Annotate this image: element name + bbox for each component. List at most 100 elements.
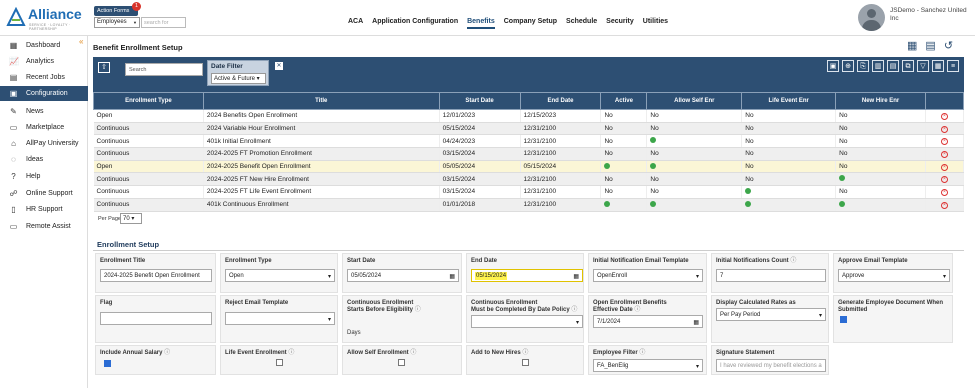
columns-icon[interactable]: ▦ <box>932 60 944 72</box>
continuous-must-select[interactable]: ▾ <box>471 315 583 328</box>
employee-type-select[interactable]: Employees ▼ <box>94 17 140 28</box>
sidebar-item-remote-assist[interactable]: ▭ Remote Assist <box>0 219 88 234</box>
settings-icon[interactable]: ≡ <box>947 60 959 72</box>
table-row[interactable]: Continuous 2024-2025 FT Promotion Enrollm… <box>93 147 965 161</box>
info-icon[interactable]: ⓘ <box>639 350 645 356</box>
continuous-starts-input[interactable] <box>347 316 459 329</box>
nav-schedule[interactable]: Schedule <box>566 18 597 29</box>
life-event-checkbox[interactable] <box>276 359 283 366</box>
avatar[interactable] <box>858 4 885 31</box>
brand-name: Alliance <box>28 6 82 22</box>
date-filter-select[interactable]: Active & Future ▾ <box>211 73 266 84</box>
calendar-icon[interactable]: ▦ <box>693 319 699 326</box>
employee-filter-select[interactable]: FA_BenElig ▾ <box>593 359 703 372</box>
table-row[interactable]: Open 2024-2025 Benefit Open Enrollment 05/… <box>93 160 965 174</box>
nav-utilities[interactable]: Utilities <box>643 18 668 29</box>
new-hires-checkbox[interactable] <box>522 359 529 366</box>
table-row[interactable]: Continuous 401k Initial Enrollment 04/24/2… <box>93 134 965 149</box>
signature-input[interactable]: I have reviewed my benefit elections a <box>716 359 826 372</box>
sidebar-item-marketplace[interactable]: ▭ Marketplace <box>0 120 88 135</box>
calendar-icon[interactable]: ▦ <box>449 273 455 280</box>
column-header-end[interactable]: End Date <box>519 92 602 110</box>
info-icon[interactable]: ⓘ <box>634 307 640 313</box>
per-page-select[interactable]: 70 ▾ <box>120 213 142 224</box>
search-for-input[interactable]: search for <box>141 17 186 28</box>
column-header-active[interactable]: Active <box>600 92 648 110</box>
info-icon[interactable]: ⓘ <box>571 307 577 313</box>
page-title: Benefit Enrollment Setup <box>93 43 183 52</box>
info-icon[interactable]: ⓘ <box>522 350 528 356</box>
sidebar-item-hr-support[interactable]: ▯ HR Support <box>0 202 88 217</box>
history-icon[interactable]: ↺ <box>944 39 953 52</box>
save-icon[interactable]: ▣ <box>827 60 839 72</box>
column-header-self[interactable]: Allow Self Enr <box>646 92 743 110</box>
document-icon[interactable]: ▤ <box>925 39 935 52</box>
delete-row-icon[interactable]: × <box>940 138 948 146</box>
open-effective-input[interactable]: 7/1/2024 ▦ <box>593 315 703 328</box>
user-name[interactable]: JSDemo - Sanchez United Inc <box>890 7 970 23</box>
start-date-input[interactable]: 05/05/2024 ▦ <box>347 269 459 282</box>
enrollment-type-select[interactable]: Open ▾ <box>225 269 335 282</box>
sidebar-item-analytics[interactable]: 📈 Analytics <box>0 54 88 69</box>
add-icon[interactable]: ⊕ <box>842 60 854 72</box>
info-icon[interactable]: ⓘ <box>164 350 170 356</box>
sidebar-item-help[interactable]: ? Help <box>0 169 88 184</box>
table-row[interactable]: Continuous 401k Continuous Enrollment 01/0… <box>93 198 965 212</box>
column-header-type[interactable]: Enrollment Type <box>93 92 204 110</box>
column-header-start[interactable]: Start Date <box>438 92 521 110</box>
grid-view-icon[interactable]: ▦ <box>907 39 917 52</box>
upload-icon[interactable]: ⇧ <box>98 62 110 73</box>
allow-self-checkbox[interactable] <box>398 359 405 366</box>
calendar-icon[interactable]: ▦ <box>573 273 579 280</box>
delete-row-icon[interactable]: × <box>940 201 948 209</box>
collapse-sidebar-icon[interactable]: « <box>79 37 83 46</box>
sidebar-item-ideas[interactable]: ◌ Ideas <box>0 152 88 167</box>
nav-security[interactable]: Security <box>606 18 634 29</box>
column-header-life[interactable]: Life Event Enr <box>741 92 837 110</box>
column-header-newhire[interactable]: New Hire Enr <box>835 92 926 110</box>
table-row[interactable]: Continuous 2024 Variable Hour Enrollment 0… <box>93 122 965 136</box>
copy-icon[interactable]: ⎘ <box>857 60 869 72</box>
grid-search-input[interactable]: Search <box>125 63 203 76</box>
initial-count-input[interactable]: 7 <box>716 269 826 282</box>
column-header-title[interactable]: Title <box>202 92 440 110</box>
sidebar-item-news[interactable]: ✎ News <box>0 104 88 119</box>
sidebar-item-online-support[interactable]: ☍ Online Support <box>0 186 88 201</box>
info-icon[interactable]: ⓘ <box>288 350 294 356</box>
generate-document-checkbox[interactable] <box>840 316 847 323</box>
delete-row-icon[interactable]: × <box>940 176 948 184</box>
nav-application-configuration[interactable]: Application Configuration <box>372 18 458 29</box>
delete-row-icon[interactable]: × <box>940 188 948 196</box>
flag-input[interactable] <box>100 312 212 325</box>
info-icon[interactable]: ⓘ <box>415 307 421 313</box>
sidebar-item-allpay-university[interactable]: ⌂ AllPay University <box>0 136 88 151</box>
info-icon[interactable]: ⓘ <box>790 258 796 264</box>
delete-icon[interactable]: ▥ <box>872 60 884 72</box>
table-row[interactable]: Continuous 2024-2025 FT New Hire Enrollme… <box>93 172 965 187</box>
delete-row-icon[interactable]: × <box>940 112 948 120</box>
end-date-input[interactable]: 05/15/2024 ▦ <box>471 269 583 282</box>
display-rates-select[interactable]: Per Pay Period ▾ <box>716 308 826 321</box>
enrollment-title-input[interactable]: 2024-2025 Benefit Open Enrollment <box>100 269 212 282</box>
delete-row-icon[interactable]: × <box>940 163 948 171</box>
nav-benefits[interactable]: Benefits <box>467 18 495 29</box>
annual-salary-checkbox[interactable] <box>104 360 111 367</box>
alliance-logo[interactable]: Alliance SERVICE · LOYALTY · PARTNERSHIP <box>6 5 86 31</box>
reject-template-select[interactable]: ▾ <box>225 312 335 325</box>
paste-icon[interactable]: ▤ <box>887 60 899 72</box>
nav-company-setup[interactable]: Company Setup <box>504 18 557 29</box>
delete-row-icon[interactable]: × <box>940 150 948 158</box>
table-row[interactable]: Continuous 2024-2025 FT Life Event Enroll… <box>93 185 965 199</box>
nav-aca[interactable]: ACA <box>348 18 363 29</box>
approve-template-select[interactable]: Approve ▾ <box>838 269 950 282</box>
duplicate-icon[interactable]: ⧉ <box>902 60 914 72</box>
initial-template-select[interactable]: OpenEnroll ▾ <box>593 269 703 282</box>
info-icon[interactable]: ⓘ <box>410 350 416 356</box>
clear-filter-icon[interactable]: ✕ <box>275 62 283 70</box>
filter-icon[interactable]: ▽ <box>917 60 929 72</box>
sidebar-item-recent-jobs[interactable]: ▤ Recent Jobs <box>0 70 88 85</box>
sidebar-item-configuration[interactable]: ▣ Configuration <box>0 86 88 101</box>
sidebar-item-dashboard[interactable]: ▦ Dashboard <box>0 38 88 53</box>
table-row[interactable]: Open 2024 Benefits Open Enrollment 12/01/2… <box>93 109 965 123</box>
delete-row-icon[interactable]: × <box>940 125 948 133</box>
